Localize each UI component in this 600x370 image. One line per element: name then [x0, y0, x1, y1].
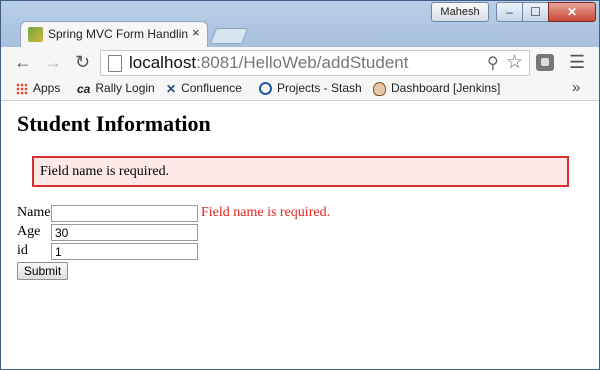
bookmark-apps[interactable]: Apps	[16, 81, 60, 95]
age-input[interactable]	[51, 224, 198, 241]
bookmark-rally-login[interactable]: ca Rally Login	[77, 81, 155, 96]
apps-icon	[16, 82, 28, 95]
title-bar: Mahesh – ☐ ✕ Spring MVC Form Handlin ×	[1, 1, 599, 48]
bookmark-jenkins-dashboard[interactable]: Dashboard [Jenkins]	[373, 81, 500, 96]
profile-button[interactable]: Mahesh	[431, 2, 489, 22]
name-input[interactable]	[51, 205, 198, 222]
ca-icon: ca	[77, 81, 91, 96]
id-input[interactable]	[51, 243, 198, 260]
page-content: Student Information Field name is requir…	[1, 101, 599, 369]
bookmark-star-icon[interactable]: ☆	[506, 51, 523, 74]
error-summary-text: Field name is required.	[40, 164, 170, 179]
browser-window: Mahesh – ☐ ✕ Spring MVC Form Handlin × ←…	[0, 0, 600, 370]
name-label: Name	[17, 205, 51, 220]
bookmark-label: Apps	[33, 81, 61, 95]
bookmark-label: Rally Login	[95, 81, 155, 95]
minimize-button[interactable]: –	[496, 2, 523, 22]
page-icon	[108, 55, 122, 72]
id-label: id	[17, 243, 28, 258]
url-host: localhost	[129, 53, 197, 72]
maximize-button[interactable]: ☐	[522, 2, 549, 22]
age-label: Age	[17, 224, 41, 239]
browser-tab[interactable]: Spring MVC Form Handlin ×	[20, 21, 208, 48]
submit-button[interactable]: Submit	[17, 262, 68, 280]
bookmark-projects-stash[interactable]: Projects - Stash	[259, 81, 362, 96]
confluence-icon: ✕	[166, 81, 177, 96]
more-bookmarks-icon[interactable]: »	[572, 79, 580, 96]
bookmark-label: Confluence	[181, 81, 242, 95]
error-summary: Field name is required.	[32, 156, 569, 187]
jenkins-icon	[373, 81, 386, 96]
zoom-icon[interactable]: ⚲	[487, 53, 499, 73]
extension-icon[interactable]	[536, 54, 554, 71]
forward-arrow-icon[interactable]: →	[44, 52, 62, 73]
reload-icon[interactable]: ↻	[75, 52, 90, 73]
favicon-icon	[28, 27, 43, 42]
name-error-message: Field name is required.	[201, 205, 331, 220]
browser-toolbar: ← → ↻ localhost:8081/HelloWeb/addStudent…	[1, 47, 599, 78]
bookmark-label: Projects - Stash	[277, 81, 362, 95]
tab-title: Spring MVC Form Handlin	[48, 27, 188, 41]
url-path: :8081/HelloWeb/addStudent	[196, 53, 409, 72]
url-text[interactable]: localhost:8081/HelloWeb/addStudent	[129, 52, 408, 74]
address-bar[interactable]: localhost:8081/HelloWeb/addStudent ⚲ ☆	[100, 50, 530, 76]
bookmark-confluence[interactable]: ✕ Confluence	[166, 81, 242, 96]
back-arrow-icon[interactable]: ←	[14, 52, 32, 73]
close-window-button[interactable]: ✕	[548, 2, 596, 22]
bookmarks-bar: Apps ca Rally Login ✕ Confluence Projects …	[1, 78, 599, 101]
stash-icon	[259, 82, 272, 96]
bookmark-label: Dashboard [Jenkins]	[391, 81, 501, 95]
page-title: Student Information	[17, 111, 211, 136]
new-tab-button[interactable]	[209, 28, 249, 44]
menu-icon[interactable]: ☰	[569, 52, 585, 73]
tab-close-icon[interactable]: ×	[192, 25, 200, 40]
